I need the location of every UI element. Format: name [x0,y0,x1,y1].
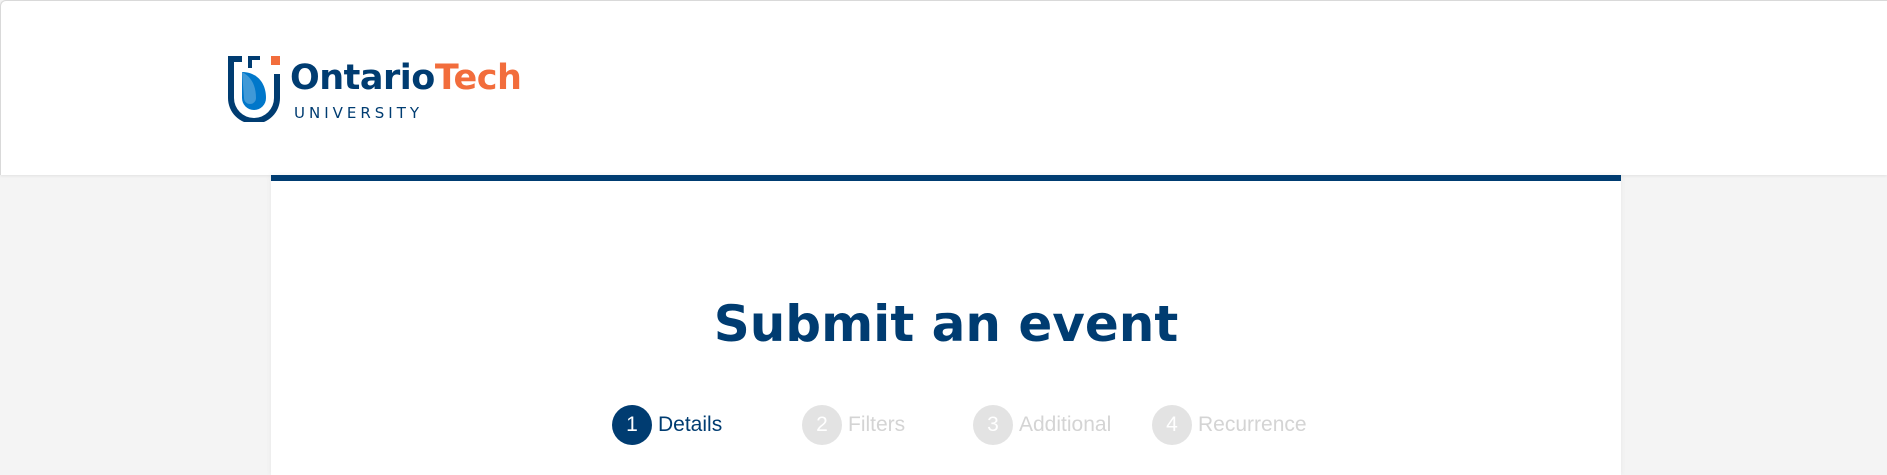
ontario-tech-logo-mark-icon [228,56,280,122]
step-number: 2 [802,405,842,445]
logo-wordmark: OntarioTech [290,58,522,98]
step-label: Details [658,413,723,436]
logo-word-ontario: Ontario [290,58,435,98]
page: OntarioTech UNIVERSITY Submit an event 1… [0,0,1887,475]
site-header: OntarioTech UNIVERSITY [0,0,1887,175]
submit-event-card: Submit an event 1 Details 2 Filters 3 Ad… [271,175,1621,475]
step-label: Recurrence [1198,413,1307,436]
logo-word-tech: Tech [434,58,522,98]
step-label: Additional [1019,413,1112,436]
step-label: Filters [848,413,906,436]
step-number: 1 [612,405,652,445]
step-recurrence[interactable]: 4 Recurrence [1152,404,1307,446]
step-filters[interactable]: 2 Filters [802,404,905,446]
logo-subtitle: UNIVERSITY [294,104,424,122]
step-details[interactable]: 1 Details [612,404,722,446]
step-number: 3 [973,405,1013,445]
step-number: 4 [1152,405,1192,445]
step-additional[interactable]: 3 Additional [973,404,1111,446]
form-steps: 1 Details 2 Filters 3 Additional 4 Recur… [271,404,1621,446]
ontario-tech-logo[interactable]: OntarioTech UNIVERSITY [226,54,526,124]
page-title: Submit an event [713,295,1179,353]
